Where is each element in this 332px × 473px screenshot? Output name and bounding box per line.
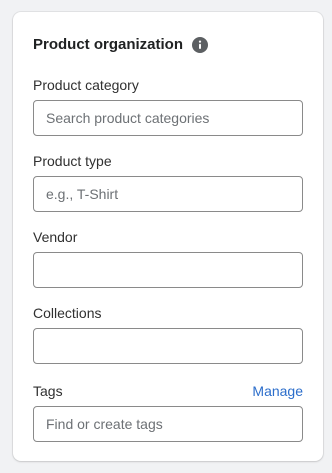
collections-label: Collections	[33, 305, 102, 321]
product-category-field: Product category	[33, 76, 303, 136]
product-type-input[interactable]	[46, 177, 290, 211]
card-header: Product organization	[33, 35, 208, 55]
product-organization-card: Product organization Product category Pr…	[13, 12, 323, 461]
collections-input[interactable]	[46, 329, 290, 363]
tags-input[interactable]	[46, 407, 290, 441]
product-type-label: Product type	[33, 153, 112, 169]
tags-label: Tags	[33, 383, 63, 399]
vendor-input[interactable]	[46, 253, 290, 287]
product-category-label: Product category	[33, 77, 139, 93]
tags-input-wrapper[interactable]	[33, 406, 303, 442]
tags-field: Tags Manage	[33, 382, 303, 442]
collections-input-wrapper[interactable]	[33, 328, 303, 364]
vendor-label: Vendor	[33, 229, 78, 245]
collections-field: Collections	[33, 304, 303, 364]
manage-tags-link[interactable]: Manage	[252, 382, 303, 400]
product-type-input-wrapper[interactable]	[33, 176, 303, 212]
card-title: Product organization	[33, 36, 183, 53]
info-icon[interactable]	[192, 37, 208, 53]
product-category-input-wrapper[interactable]	[33, 100, 303, 136]
product-type-field: Product type	[33, 152, 303, 212]
vendor-input-wrapper[interactable]	[33, 252, 303, 288]
product-category-input[interactable]	[46, 101, 290, 135]
vendor-field: Vendor	[33, 228, 303, 288]
